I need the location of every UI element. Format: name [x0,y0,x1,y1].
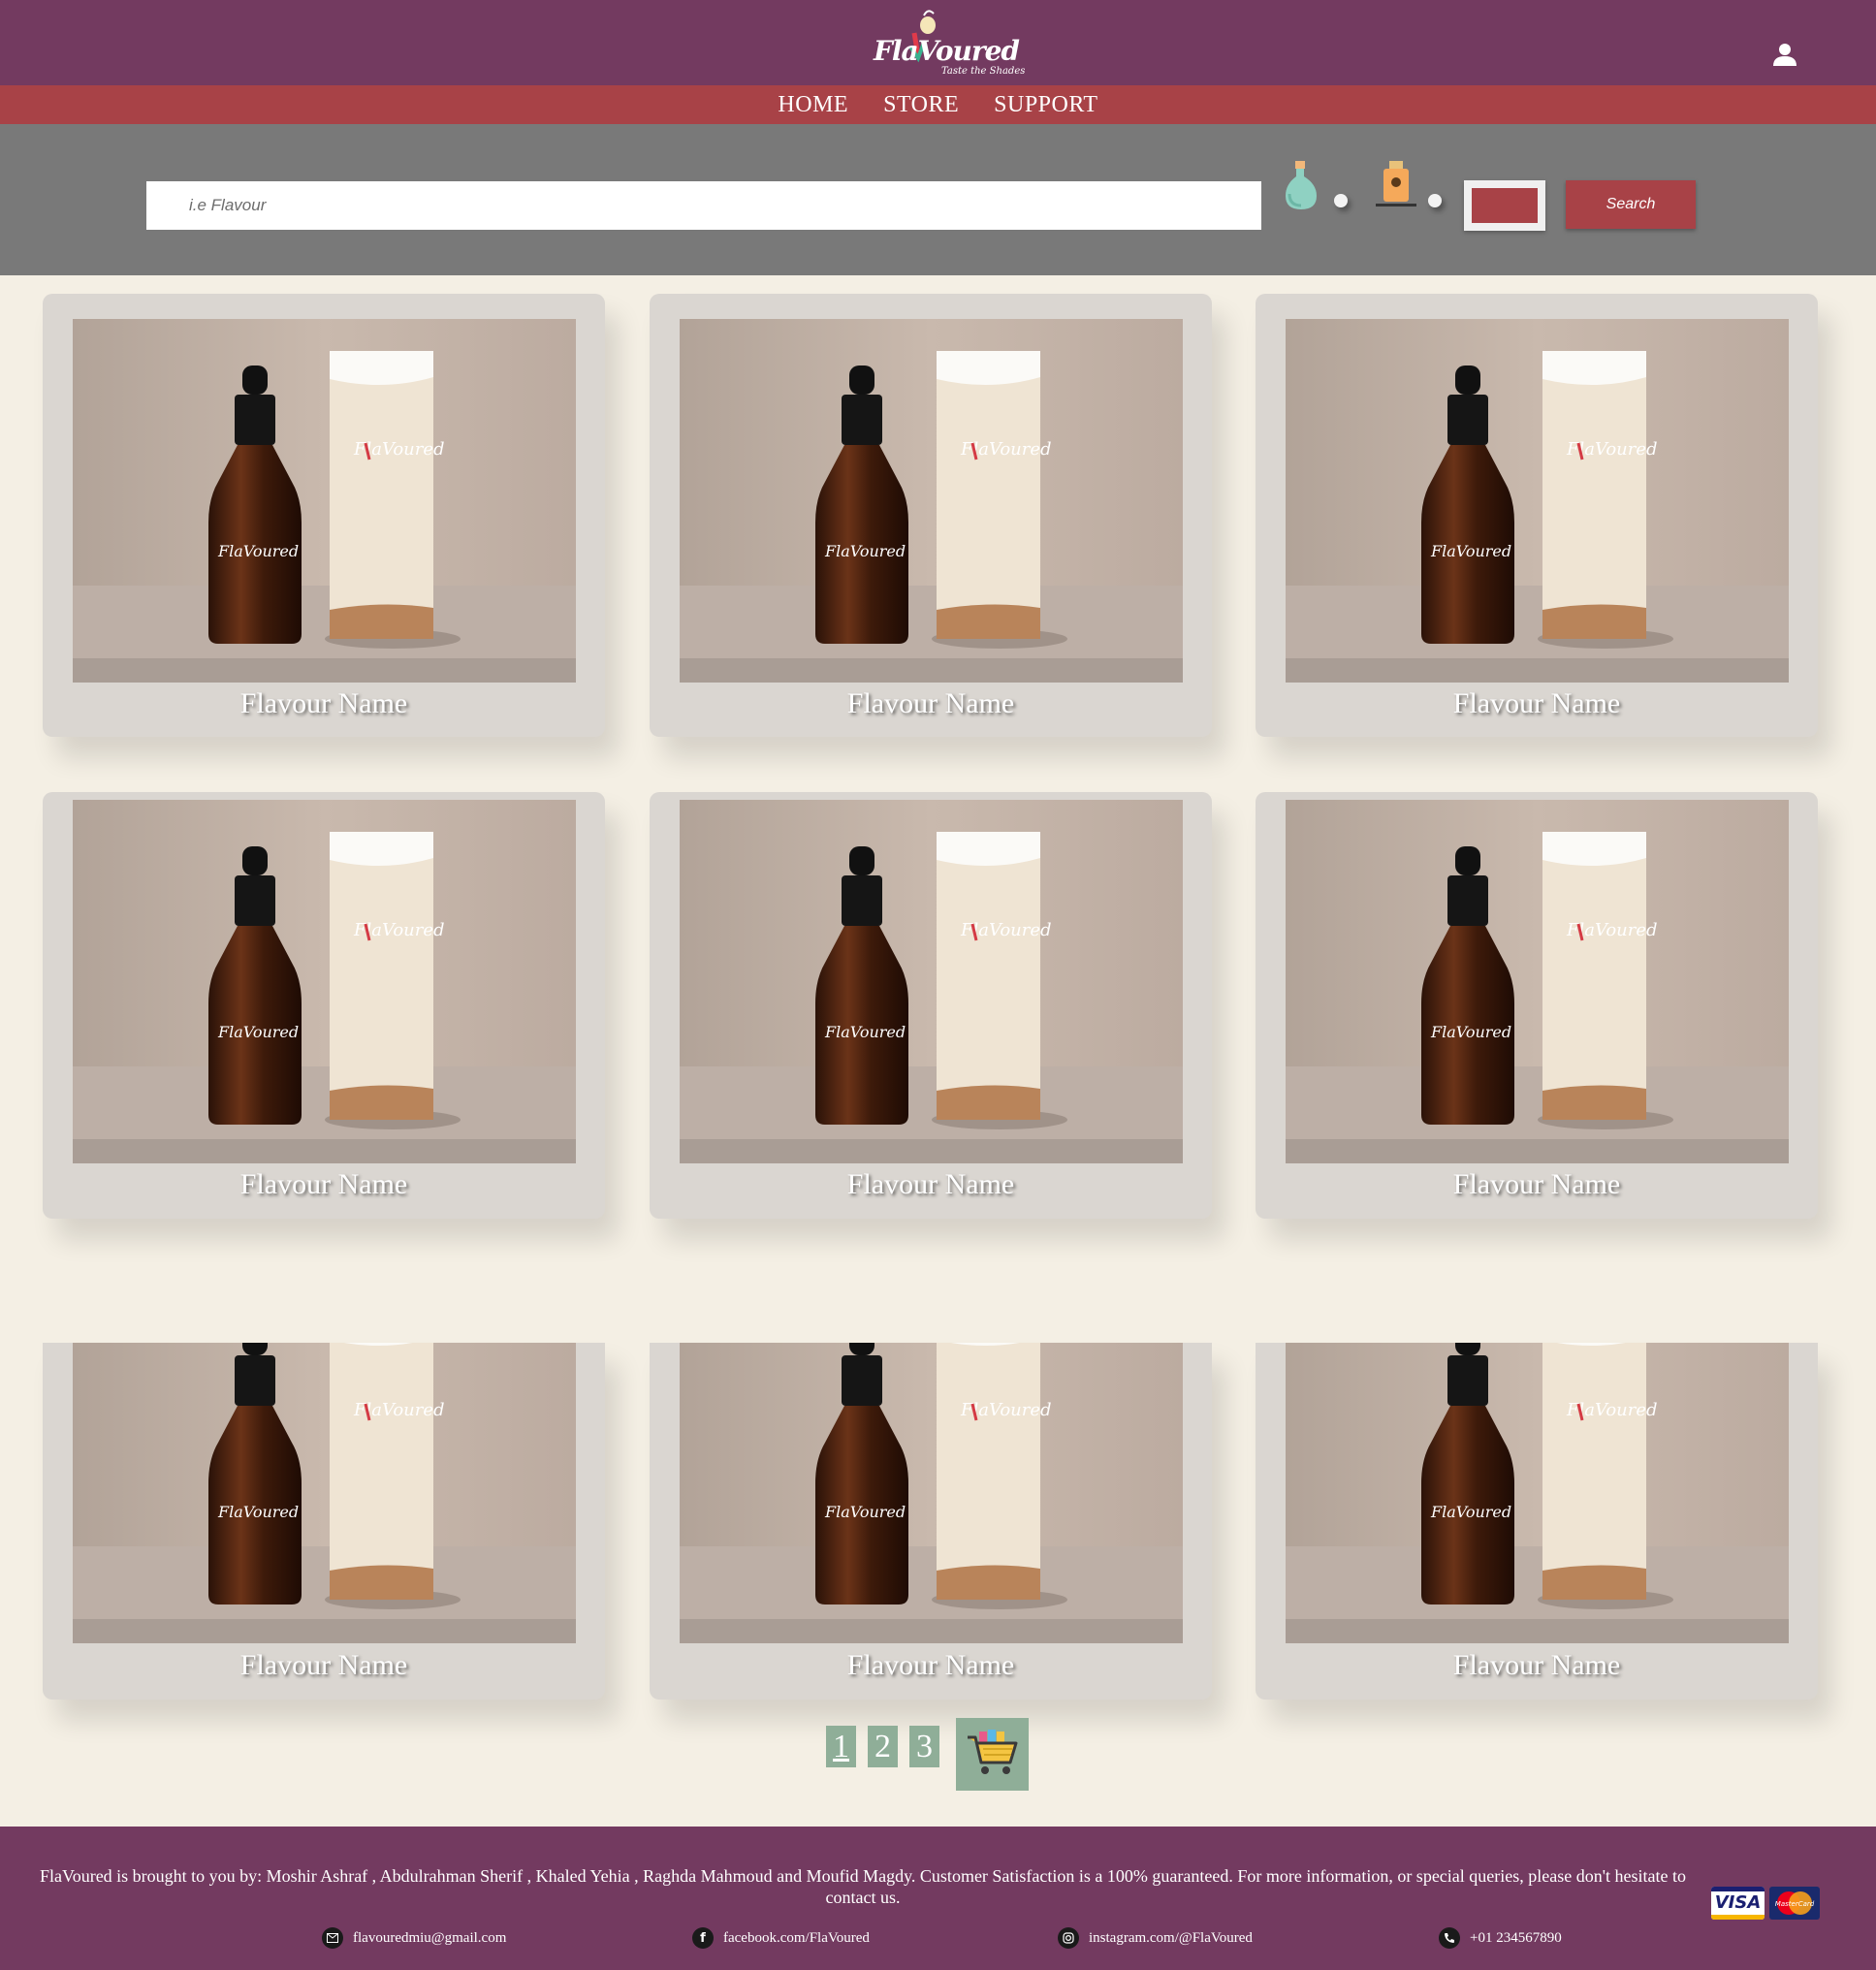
footer-credits: FlaVoured is brought to you by: Moshir A… [40,1866,1686,1907]
product-card[interactable]: Flavour Name [43,792,605,1219]
product-image [680,1343,1183,1643]
product-name: Flavour Name [846,1168,1015,1200]
nav-home[interactable]: HOME [778,92,848,118]
user-account-icon[interactable] [1770,41,1799,70]
product-name: Flavour Name [846,1649,1015,1681]
bottle-filter-icon[interactable] [1282,159,1320,213]
product-image [73,1343,576,1643]
contact-phone[interactable]: +01 234567890 [1439,1927,1562,1949]
product-name: Flavour Name [1452,687,1621,719]
product-card[interactable]: Flavour Name [1256,792,1818,1219]
product-card[interactable]: Flavour Name [650,792,1212,1219]
product-name: Flavour Name [1452,1168,1621,1200]
product-name: Flavour Name [239,1649,408,1681]
brand-tagline: Taste the Shades [941,66,1026,77]
color-picker[interactable] [1464,180,1545,231]
product-image [680,319,1183,683]
contact-facebook[interactable]: f facebook.com/FlaVoured [692,1927,870,1949]
product-card[interactable]: Flavour Name [650,1343,1212,1700]
product-image [73,800,576,1163]
search-bar: Search [0,124,1876,275]
instagram-text: instagram.com/@FlaVoured [1089,1929,1253,1946]
page-1-button[interactable]: 1 [826,1726,856,1767]
search-button[interactable]: Search [1566,180,1696,229]
instagram-icon [1058,1927,1079,1949]
product-name: Flavour Name [846,687,1015,719]
product-name: Flavour Name [239,1168,408,1200]
jar-filter-icon[interactable] [1374,159,1418,213]
shopping-cart-icon [968,1730,1018,1774]
jar-filter-radio[interactable] [1428,194,1442,207]
page-2-button[interactable]: 2 [868,1726,898,1767]
bottle-filter-radio[interactable] [1334,194,1348,207]
product-image [73,319,576,683]
facebook-text: facebook.com/FlaVoured [723,1929,870,1946]
product-card[interactable]: Flavour Name [1256,1343,1818,1700]
contact-email[interactable]: flavouredmiu@gmail.com [322,1927,506,1949]
site-footer: FlaVoured is brought to you by: Moshir A… [0,1827,1876,1970]
mastercard-logo: MasterCard [1769,1887,1820,1920]
product-card[interactable]: Flavour Name [43,294,605,737]
phone-icon [1439,1927,1460,1949]
nav-support[interactable]: SUPPORT [994,92,1097,118]
email-text: flavouredmiu@gmail.com [353,1929,507,1946]
visa-logo: VISA [1711,1887,1765,1920]
product-card[interactable]: Flavour Name [650,294,1212,737]
search-input[interactable] [146,181,1261,230]
brand-logo[interactable]: FlaVoured Taste the Shades [868,8,1025,81]
cart-button[interactable] [956,1718,1029,1791]
product-image [1286,800,1789,1163]
product-card[interactable]: Flavour Name [1256,294,1818,737]
color-picker-swatch [1472,188,1538,223]
facebook-icon: f [692,1927,714,1949]
product-name: Flavour Name [239,687,408,719]
product-name: Flavour Name [1452,1649,1621,1681]
site-header: FlaVoured Taste the Shades [0,0,1876,85]
pagination: 1 2 3 [826,1726,939,1767]
product-image [680,800,1183,1163]
product-image [1286,319,1789,683]
main-nav: HOME STORE SUPPORT [0,85,1876,124]
contact-instagram[interactable]: instagram.com/@FlaVoured [1058,1927,1253,1949]
email-icon [322,1927,343,1949]
svg-text:MasterCard: MasterCard [1775,1900,1815,1908]
product-card[interactable]: Flavour Name [43,1343,605,1700]
brand-name: FlaVoured [874,35,1020,67]
nav-store[interactable]: STORE [883,92,959,118]
phone-text: +01 234567890 [1470,1929,1562,1946]
page-3-button[interactable]: 3 [909,1726,939,1767]
product-image [1286,1343,1789,1643]
